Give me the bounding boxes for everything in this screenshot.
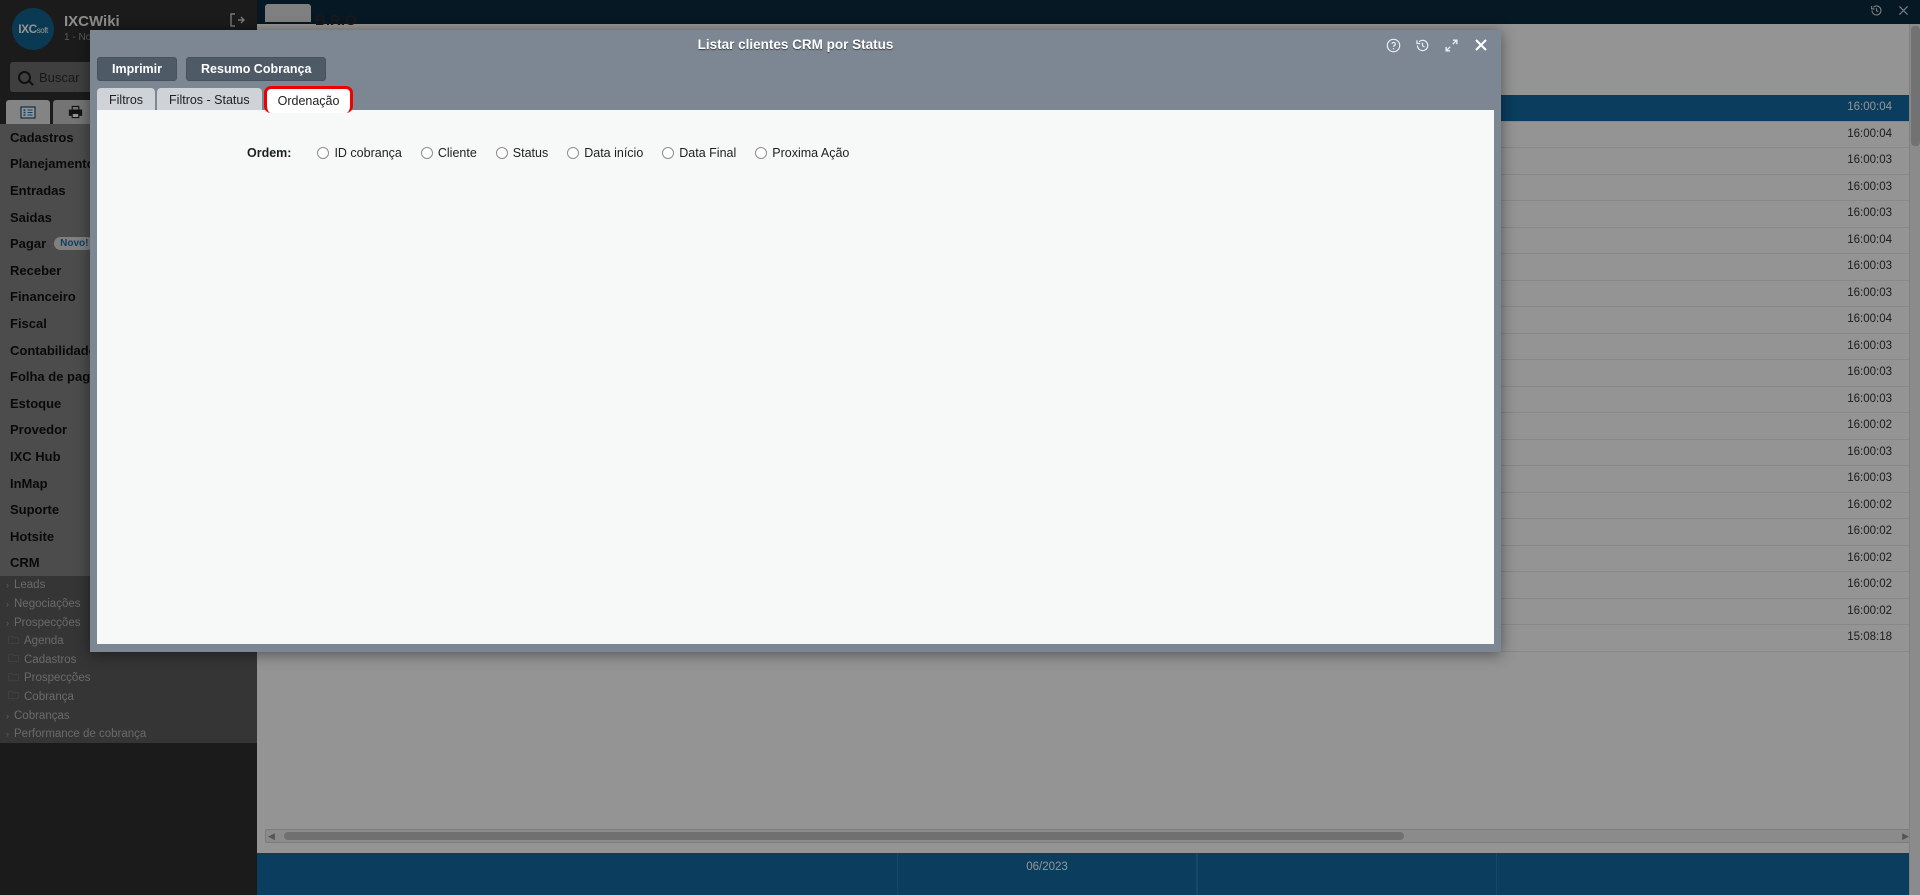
scroll-right-arrow[interactable]: ▶ <box>1902 831 1909 842</box>
radio-id-cobrança[interactable]: ID cobrança <box>317 146 402 160</box>
print-button[interactable]: Imprimir <box>97 57 178 81</box>
billing-summary-button[interactable]: Resumo Cobrança <box>186 57 327 81</box>
radio-label: Cliente <box>437 146 477 160</box>
radio-button-icon[interactable] <box>495 147 508 159</box>
radio-button-icon[interactable] <box>755 147 768 159</box>
help-icon[interactable] <box>1386 38 1401 53</box>
radio-button-icon[interactable] <box>420 147 433 159</box>
modal-body: Ordem: ID cobrança Cliente Status Data iníc… <box>97 110 1494 644</box>
modal-tabs[interactable]: Filtros Filtros - Status Ordenação <box>97 86 354 113</box>
modal-window-controls[interactable] <box>1386 37 1489 53</box>
scroll-left-arrow[interactable]: ◀ <box>268 831 275 842</box>
order-form-row: Ordem: ID cobrança Cliente Status Data iníc… <box>97 110 1494 160</box>
radio-button-icon[interactable] <box>567 147 580 159</box>
radio-status[interactable]: Status <box>495 146 549 160</box>
radio-label: Data início <box>584 146 644 160</box>
history-icon[interactable] <box>1415 38 1430 53</box>
radio-data-início[interactable]: Data início <box>567 146 643 160</box>
radio-label: Proxima Ação <box>772 146 850 160</box>
order-radio-group[interactable]: ID cobrança Cliente Status Data início Data … <box>317 146 868 160</box>
radio-proxima-ação[interactable]: Proxima Ação <box>755 146 849 160</box>
radio-button-icon[interactable] <box>662 147 675 159</box>
radio-cliente[interactable]: Cliente <box>420 146 477 160</box>
tab-filtros[interactable]: Filtros <box>97 88 156 112</box>
maximize-icon[interactable] <box>1444 38 1459 53</box>
tab-filtros-status[interactable]: Filtros - Status <box>157 88 262 112</box>
radio-label: Data Final <box>679 146 737 160</box>
radio-label: ID cobrança <box>334 146 402 160</box>
radio-button-icon[interactable] <box>317 147 330 159</box>
modal-title: Listar clientes CRM por Status <box>697 37 894 52</box>
close-icon[interactable] <box>1473 37 1489 53</box>
order-label: Ordem: <box>247 146 292 160</box>
listar-clientes-crm-modal: Listar clientes CRM por Status Imprimir … <box>90 30 1501 652</box>
radio-data-final[interactable]: Data Final <box>662 146 736 160</box>
radio-label: Status <box>512 146 549 160</box>
tab-ordenacao[interactable]: Ordenação <box>263 86 354 113</box>
modal-toolbar[interactable]: Imprimir Resumo Cobrança <box>97 57 327 81</box>
